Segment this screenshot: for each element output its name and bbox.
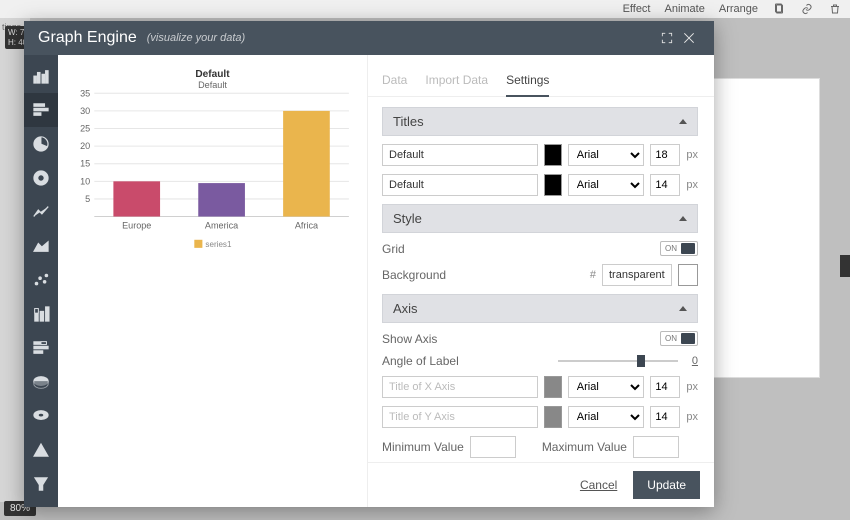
y-axis-title-input[interactable]: [382, 406, 538, 428]
chart-svg: DefaultDefault 5 10 15 20 25 30 35 Europe America…: [66, 65, 359, 257]
pyramid-icon[interactable]: [24, 433, 58, 467]
donut-icon[interactable]: [24, 161, 58, 195]
settings-panel: Data Import Data Settings Titles Arial: [368, 55, 714, 507]
tab-data[interactable]: Data: [382, 73, 407, 96]
section-axis-label: Axis: [393, 301, 418, 316]
min-value-label: Minimum Value: [382, 440, 464, 454]
subtitle-size-input[interactable]: [650, 174, 680, 196]
tab-settings[interactable]: Settings: [506, 73, 549, 97]
svg-text:15: 15: [80, 159, 90, 169]
pie-3d-icon[interactable]: [24, 365, 58, 399]
clipboard-icon[interactable]: [772, 2, 786, 16]
show-axis-toggle[interactable]: ON: [660, 331, 698, 346]
background-label: Background: [382, 268, 446, 282]
angle-value: 0: [684, 355, 698, 367]
svg-text:Default: Default: [198, 80, 227, 90]
donut-3d-icon[interactable]: [24, 399, 58, 433]
line-icon[interactable]: [24, 195, 58, 229]
bar-horizontal-stacked-icon[interactable]: [24, 331, 58, 365]
svg-text:Default: Default: [195, 69, 230, 80]
section-style-label: Style: [393, 211, 422, 226]
grid-label: Grid: [382, 242, 405, 256]
x-axis-size-unit: px: [686, 381, 698, 393]
menu-animate[interactable]: Animate: [665, 3, 705, 15]
menu-arrange[interactable]: Arrange: [719, 3, 758, 15]
grid-toggle[interactable]: ON: [660, 241, 698, 256]
graph-engine-modal: Graph Engine (visualize your data): [24, 21, 714, 507]
angle-label: Angle of Label: [382, 354, 459, 368]
y-axis-size-unit: px: [686, 411, 698, 423]
menu-effect[interactable]: Effect: [623, 3, 651, 15]
chevron-up-icon: [679, 306, 687, 311]
title-font-select[interactable]: Arial: [568, 144, 645, 166]
app-topbar: Effect Animate Arrange: [0, 0, 850, 18]
bar-stacked-icon[interactable]: [24, 297, 58, 331]
link-icon[interactable]: [800, 2, 814, 16]
max-value-label: Maximum Value: [542, 440, 627, 454]
update-button[interactable]: Update: [633, 471, 700, 499]
title-size-unit: px: [686, 149, 698, 161]
svg-text:series1: series1: [205, 240, 232, 249]
background-hash: #: [590, 269, 596, 281]
right-drawer-tab[interactable]: [840, 255, 850, 277]
bar-horizontal-icon[interactable]: [24, 93, 58, 127]
subtitle-font-select[interactable]: Arial: [568, 174, 645, 196]
modal-header: Graph Engine (visualize your data): [24, 21, 714, 55]
svg-text:5: 5: [85, 194, 90, 204]
section-titles-label: Titles: [393, 114, 424, 129]
svg-text:Europe: Europe: [122, 221, 151, 231]
section-titles-header[interactable]: Titles: [382, 107, 698, 136]
modal-title: Graph Engine: [38, 29, 137, 47]
cancel-button[interactable]: Cancel: [580, 478, 617, 492]
title-color-swatch[interactable]: [544, 144, 562, 166]
show-axis-toggle-state: ON: [665, 334, 677, 343]
fullscreen-icon[interactable]: [656, 27, 678, 49]
chevron-up-icon: [679, 119, 687, 124]
x-axis-font-select[interactable]: Arial: [568, 376, 645, 398]
angle-slider[interactable]: [558, 360, 678, 362]
min-value-input[interactable]: [470, 436, 516, 458]
max-value-input[interactable]: [633, 436, 679, 458]
tab-import-data[interactable]: Import Data: [425, 73, 488, 96]
settings-scroll[interactable]: Titles Arial px Arial: [368, 97, 714, 462]
background-value-input[interactable]: [602, 264, 672, 286]
x-axis-color-swatch[interactable]: [544, 376, 562, 398]
chart-type-strip: [24, 55, 58, 507]
subtitle-color-swatch[interactable]: [544, 174, 562, 196]
modal-footer: Cancel Update: [368, 462, 714, 507]
title-text-input[interactable]: [382, 144, 538, 166]
modal-subtitle: (visualize your data): [147, 32, 245, 44]
svg-text:America: America: [205, 221, 239, 231]
show-axis-label: Show Axis: [382, 332, 437, 346]
area-icon[interactable]: [24, 229, 58, 263]
background-color-swatch[interactable]: [678, 264, 698, 286]
chevron-up-icon: [679, 216, 687, 221]
x-axis-size-input[interactable]: [650, 376, 680, 398]
section-axis-header[interactable]: Axis: [382, 294, 698, 323]
pie-icon[interactable]: [24, 127, 58, 161]
svg-text:30: 30: [80, 106, 90, 116]
scatter-icon[interactable]: [24, 263, 58, 297]
x-axis-title-input[interactable]: [382, 376, 538, 398]
svg-text:25: 25: [80, 124, 90, 134]
svg-text:Africa: Africa: [295, 221, 319, 231]
y-axis-color-swatch[interactable]: [544, 406, 562, 428]
grid-toggle-state: ON: [665, 244, 677, 253]
settings-tabs: Data Import Data Settings: [368, 55, 714, 97]
bar-grouped-icon[interactable]: [24, 59, 58, 93]
y-axis-font-select[interactable]: Arial: [568, 406, 645, 428]
section-style-header[interactable]: Style: [382, 204, 698, 233]
subtitle-text-input[interactable]: [382, 174, 538, 196]
trash-icon[interactable]: [828, 2, 842, 16]
title-size-input[interactable]: [650, 144, 680, 166]
svg-text:20: 20: [80, 141, 90, 151]
svg-text:10: 10: [80, 176, 90, 186]
subtitle-size-unit: px: [686, 179, 698, 191]
funnel-icon[interactable]: [24, 467, 58, 501]
chart-preview: DefaultDefault 5 10 15 20 25 30 35 Europe America…: [58, 55, 368, 507]
y-axis-size-input[interactable]: [650, 406, 680, 428]
svg-text:35: 35: [80, 88, 90, 98]
close-icon[interactable]: [678, 27, 700, 49]
